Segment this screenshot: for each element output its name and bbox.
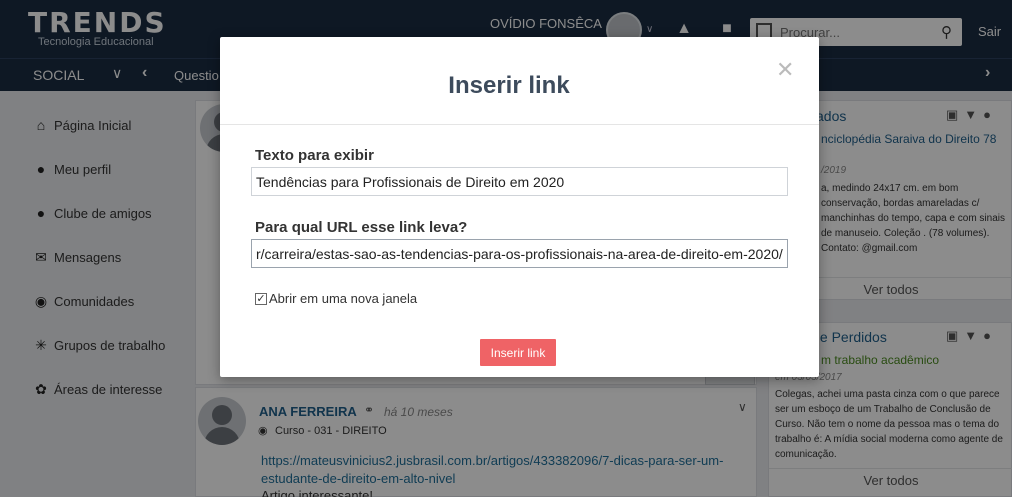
insert-link-dialog: Inserir link ✕ Texto para exibir Para qu…	[220, 37, 819, 377]
display-text-input[interactable]	[251, 167, 788, 196]
url-label: Para qual URL esse link leva?	[255, 219, 468, 236]
dialog-title: Inserir link	[448, 72, 570, 99]
new-window-checkbox[interactable]: ✓	[255, 292, 267, 305]
url-input[interactable]	[251, 239, 788, 268]
divider	[220, 124, 819, 125]
insert-link-button[interactable]: Inserir link	[480, 339, 556, 366]
display-text-label: Texto para exibir	[255, 147, 374, 164]
new-window-option[interactable]: ✓ Abrir em uma nova janela	[255, 291, 417, 306]
close-icon[interactable]: ✕	[776, 57, 794, 83]
new-window-label: Abrir em uma nova janela	[269, 291, 418, 306]
